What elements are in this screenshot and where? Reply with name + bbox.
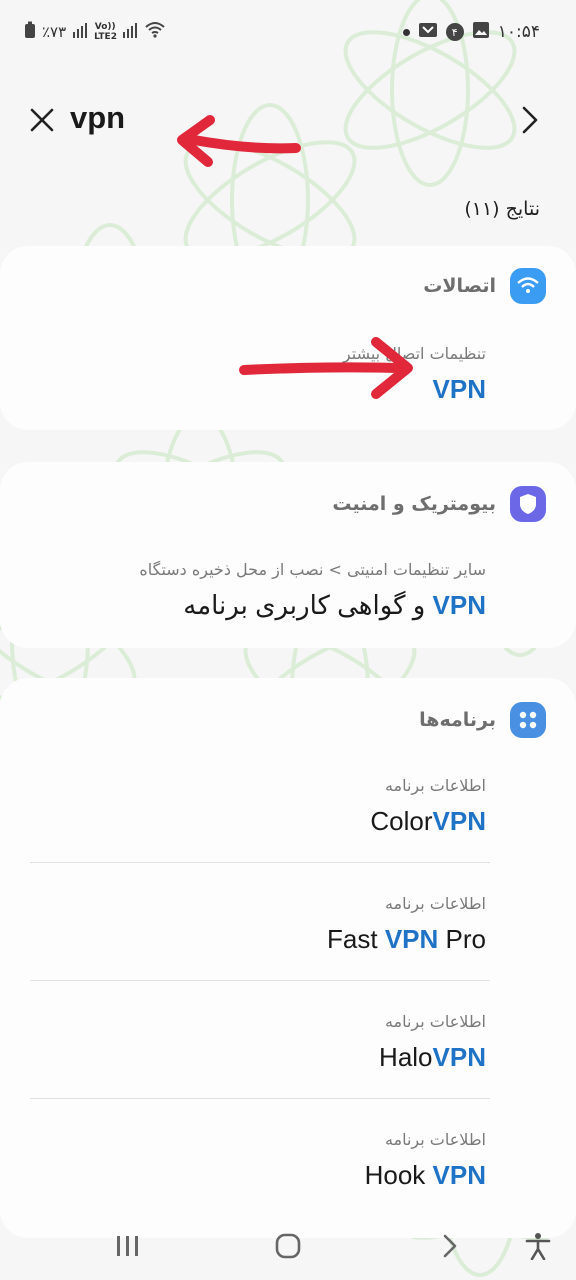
result-item[interactable]: سایر تنظیمات امنیتی > نصب از محل ذخیره د…: [26, 558, 486, 622]
result-item[interactable]: تنظیمات اتصال بیشتر VPN: [26, 342, 486, 406]
result-title: HaloVPN: [26, 1040, 486, 1074]
result-subtitle: تنظیمات اتصال بیشتر: [342, 344, 486, 363]
result-subtitle: اطلاعات برنامه: [384, 1012, 486, 1031]
home-button[interactable]: [270, 1228, 306, 1264]
section-card-connections: اتصالات تنظیمات اتصال بیشتر VPN: [0, 246, 576, 430]
search-bar: vpn: [0, 90, 576, 154]
result-item[interactable]: اطلاعات برنامه HaloVPN: [26, 1010, 486, 1074]
back-button[interactable]: [514, 104, 546, 136]
result-highlight: VPN: [384, 924, 439, 954]
divider: [30, 1098, 490, 1099]
navigation-bar: [0, 1210, 576, 1280]
close-icon: [30, 108, 54, 132]
network-label: Vo)) LTE2: [94, 22, 117, 42]
wifi-icon: [144, 21, 166, 43]
section-title: اتصالات: [423, 275, 496, 297]
result-highlight: VPN: [432, 806, 486, 836]
back-nav-button[interactable]: [432, 1228, 468, 1264]
result-highlight: VPN: [432, 590, 486, 620]
result-title: VPN و گواهی کاربری برنامه: [26, 588, 486, 622]
chevron-right-icon: [522, 106, 538, 134]
section-header: اتصالات: [423, 266, 546, 306]
divider: [30, 980, 490, 981]
result-item[interactable]: اطلاعات برنامه Hook VPN: [26, 1128, 486, 1192]
missed-call-icon: [418, 21, 438, 44]
result-item[interactable]: اطلاعات برنامه ColorVPN: [26, 774, 486, 838]
signal-icon: [122, 22, 138, 42]
result-subtitle: سایر تنظیمات امنیتی > نصب از محل ذخیره د…: [139, 560, 486, 579]
apps-icon: [510, 702, 546, 738]
result-title-pre: Halo: [379, 1042, 433, 1072]
result-subtitle: اطلاعات برنامه: [384, 1130, 486, 1149]
result-highlight: VPN: [432, 1160, 486, 1190]
section-title: برنامه‌ها: [419, 709, 496, 731]
result-title: VPN: [26, 372, 486, 406]
close-search-button[interactable]: [26, 104, 58, 136]
accessibility-icon: [525, 1233, 551, 1260]
status-bar-right: ۴ ۱۰:۵۴: [402, 20, 540, 44]
result-title: Fast VPN Pro: [26, 922, 486, 956]
result-highlight: VPN: [432, 1042, 486, 1072]
result-title-post: Pro: [438, 924, 486, 954]
results-count: نتایج (۱۱): [464, 198, 540, 220]
result-highlight: VPN: [432, 374, 486, 404]
shield-icon: [510, 486, 546, 522]
result-title-pre: Hook: [364, 1160, 433, 1190]
dot-icon: [402, 28, 410, 36]
result-title: Hook VPN: [26, 1158, 486, 1192]
section-header: برنامه‌ها: [419, 700, 546, 740]
section-header: بیومتریک و امنیت: [332, 484, 546, 524]
recents-icon: [117, 1236, 138, 1256]
result-title-pre: Color: [370, 806, 433, 836]
home-icon: [275, 1233, 301, 1259]
signal-icon: [72, 22, 88, 42]
result-item[interactable]: اطلاعات برنامه Fast VPN Pro: [26, 892, 486, 956]
status-bar-left: ٪۷۳ Vo)) LTE2: [24, 20, 166, 44]
section-title: بیومتریک و امنیت: [332, 493, 496, 515]
divider: [30, 862, 490, 863]
wifi-icon: [510, 268, 546, 304]
result-subtitle: اطلاعات برنامه: [384, 894, 486, 913]
result-subtitle: اطلاعات برنامه: [384, 776, 486, 795]
clock-time: ۱۰:۵۴: [497, 22, 540, 42]
section-card-apps: برنامه‌ها اطلاعات برنامه ColorVPN اطلاعا…: [0, 678, 576, 1238]
battery-icon: [24, 21, 36, 43]
status-bar: ٪۷۳ Vo)) LTE2 ۴ ۱۰:۵۴: [0, 0, 576, 64]
image-icon: [472, 21, 490, 44]
result-title-rest: و گواهی کاربری برنامه: [183, 590, 433, 620]
result-title: ColorVPN: [26, 804, 486, 838]
search-input[interactable]: vpn: [70, 100, 125, 136]
accessibility-button[interactable]: [520, 1228, 556, 1264]
recents-button[interactable]: [110, 1228, 146, 1264]
result-title-pre: Fast: [327, 924, 385, 954]
battery-level: ٪۷۳: [42, 23, 67, 41]
section-card-biometrics: بیومتریک و امنیت سایر تنظیمات امنیتی > ن…: [0, 462, 576, 648]
notification-count-icon: ۴: [445, 23, 464, 41]
back-icon: [443, 1234, 457, 1258]
